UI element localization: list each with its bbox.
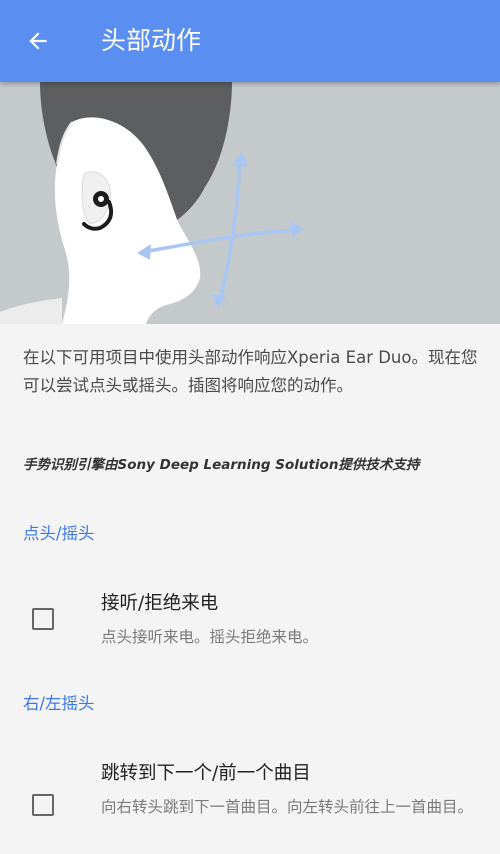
page-title: 头部动作: [101, 26, 202, 55]
setting-answer-reject-call[interactable]: 接听/拒绝来电 点头接听来电。摇头拒绝来电。: [0, 580, 500, 660]
app-bar: 头部动作: [0, 0, 500, 82]
section-header-turn-right-left: 右/左摇头: [23, 694, 95, 713]
setting-summary: 点头接听来电。摇头拒绝来电。: [101, 628, 319, 646]
answer-reject-call-checkbox[interactable]: [32, 608, 54, 630]
feature-description: 在以下可用项目中使用头部动作响应Xperia Ear Duo。现在您可以尝试点头…: [23, 348, 478, 395]
back-button[interactable]: [14, 17, 62, 65]
setting-next-previous-track[interactable]: 跳转到下一个/前一个曲目 向右转头跳到下一首曲目。向左转头前往上一首曲目。: [0, 750, 500, 854]
head-gesture-illustration: [0, 82, 500, 324]
next-previous-track-checkbox[interactable]: [32, 794, 54, 816]
setting-title: 跳转到下一个/前一个曲目: [101, 763, 311, 784]
arrow-back-icon: [29, 32, 47, 50]
section-header-nod-shake: 点头/摇头: [23, 524, 95, 543]
setting-title: 接听/拒绝来电: [101, 593, 219, 614]
powered-by-note: 手势识别引擎由Sony Deep Learning Solution提供技术支持: [23, 457, 420, 473]
setting-summary: 向右转头跳到下一首曲目。向左转头前往上一首曲目。: [101, 798, 474, 816]
